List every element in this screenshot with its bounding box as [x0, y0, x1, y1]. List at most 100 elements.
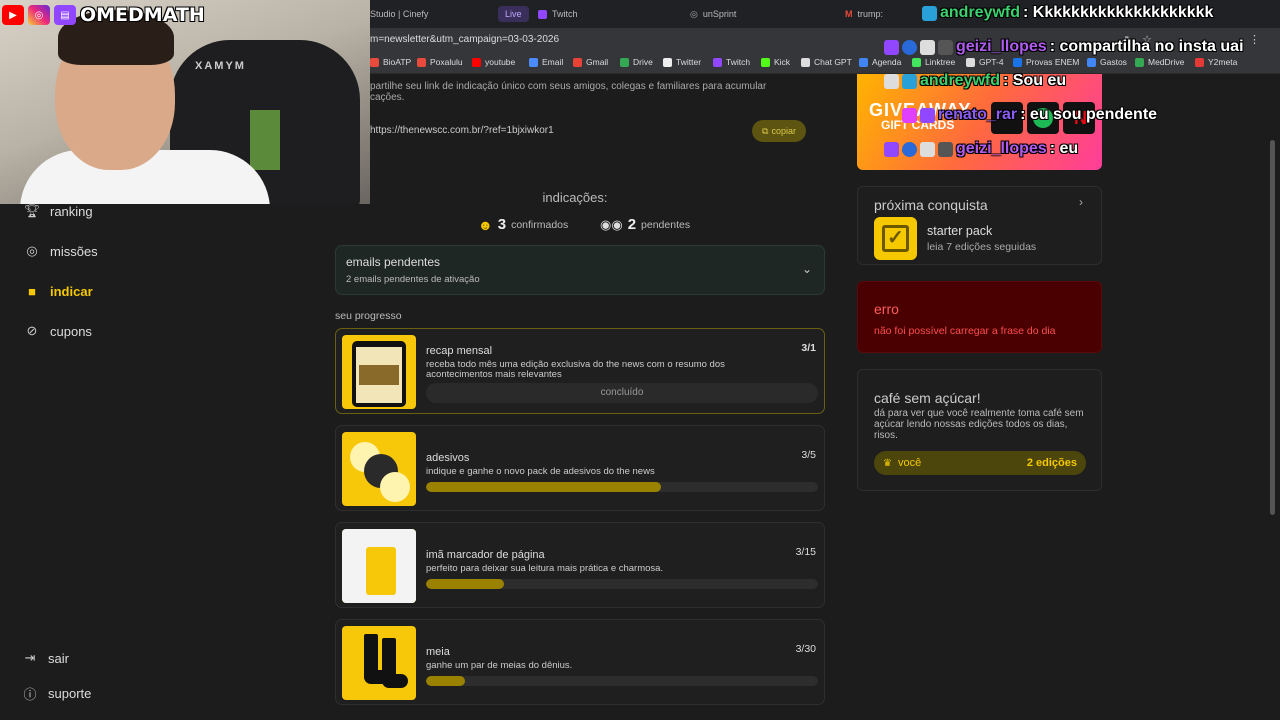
- tab-unsprint[interactable]: ◎ unSprint: [690, 4, 736, 24]
- tab-twitch[interactable]: Twitch: [538, 4, 578, 24]
- recap-thumbnail: [342, 335, 416, 409]
- pending-label: pendentes: [641, 218, 691, 231]
- sunglasses-emoji-icon: ☻: [478, 216, 493, 233]
- bookmark-favicon-icon: [620, 57, 629, 67]
- next-achievement-card[interactable]: próxima conquista › ✓ starter pack leia …: [857, 186, 1102, 265]
- bookmark-label: Twitter: [676, 57, 702, 67]
- tab-label: trump:: [857, 9, 884, 19]
- bookmark-favicon-icon: [1135, 57, 1144, 67]
- logout-button[interactable]: ⇥ sair: [22, 650, 69, 666]
- twitch-icon: [538, 9, 547, 19]
- chat-message: renato_rar : eu sou pendente: [902, 106, 1157, 124]
- bookmark-favicon-icon: [472, 57, 481, 67]
- sidebar-item-missions[interactable]: ◎ missões: [24, 243, 97, 259]
- menu-icon[interactable]: ⋮: [1249, 33, 1260, 46]
- copy-button[interactable]: ⧉ copiar: [752, 120, 806, 142]
- bookmark-item[interactable]: Poxalulu: [417, 57, 463, 67]
- cafe-title: café sem açúcar!: [874, 390, 981, 406]
- badge-description: leia 7 edições seguidas: [927, 241, 1037, 253]
- chat-badge-icon: [920, 39, 935, 55]
- scrollbar-thumb[interactable]: [1270, 140, 1275, 515]
- chat-badge-icon: [902, 107, 917, 123]
- reward-card-stickers[interactable]: adesivos 3/5 indique e ganhe o novo pack…: [335, 425, 825, 511]
- bookmark-item[interactable]: Gastos: [1087, 57, 1127, 67]
- tab-cinefy[interactable]: Studio | Cinefy: [370, 4, 428, 24]
- bookmark-item[interactable]: youtube: [472, 57, 515, 67]
- bookmark-item[interactable]: Provas ENEM: [1013, 57, 1079, 67]
- bookmark-item[interactable]: Kick: [761, 57, 790, 67]
- sidebar-item-cupons[interactable]: ⊘ cupons: [24, 323, 92, 339]
- bookmark-item[interactable]: Gmail: [573, 57, 608, 67]
- chat-text: : Sou eu: [1003, 72, 1067, 89]
- progress-fill: [426, 482, 662, 492]
- sidebar-item-ranking[interactable]: 🏆︎ ranking: [24, 203, 93, 219]
- reward-card-socks[interactable]: meia 3/30 ganhe um par de meias do dêniu…: [335, 619, 825, 705]
- chat-message: geizi_llopes : compartilha no insta uai: [884, 38, 1244, 56]
- bookmark-item[interactable]: Linktree: [912, 57, 955, 67]
- bookmark-label: Agenda: [872, 57, 902, 67]
- chevron-down-icon: ⌄: [801, 262, 812, 276]
- bookmark-favicon-icon: [966, 57, 975, 67]
- magnet-thumbnail: [342, 529, 416, 603]
- reward-title: meia: [426, 646, 450, 658]
- error-description: não foi possível carregar a frase do dia: [874, 325, 1056, 337]
- progress-bar: [426, 579, 818, 589]
- bookmark-item[interactable]: Twitch: [713, 57, 750, 67]
- support-button[interactable]: ⓘ suporte: [22, 685, 91, 702]
- referral-text-line: cações.: [370, 92, 405, 103]
- copy-icon: ⧉: [762, 125, 769, 136]
- sidebar-item-label: ranking: [50, 203, 93, 219]
- bookmark-item[interactable]: Twitter: [663, 57, 701, 67]
- chat-text: : eu: [1049, 140, 1079, 157]
- tab-label: Live: [498, 6, 529, 22]
- bookmark-item[interactable]: GPT-4: [966, 57, 1004, 67]
- chat-badge-icon: [922, 5, 937, 21]
- sidebar-item-indicar[interactable]: ■ indicar: [24, 283, 93, 299]
- referrals-title: indicações:: [542, 190, 608, 205]
- reward-description: receba todo mês uma edição exclusiva do …: [426, 359, 725, 380]
- bookmark-item[interactable]: MedDrive: [1135, 57, 1184, 67]
- bookmark-favicon-icon: [1013, 57, 1022, 67]
- bookmark-item[interactable]: BioATP: [370, 57, 411, 67]
- referral-description: partilhe seu link de indicação único com…: [370, 81, 790, 103]
- bookmark-item[interactable]: Email: [529, 57, 563, 67]
- tab-label: Studio | Cinefy: [370, 9, 429, 19]
- eyes-emoji-icon: ◉◉: [600, 216, 623, 232]
- chat-username: geizi_llopes: [956, 140, 1047, 157]
- bookmark-favicon-icon: [529, 57, 538, 67]
- progress-bar: [426, 482, 818, 492]
- bookmark-item[interactable]: Chat GPT: [801, 57, 852, 67]
- chat-username: andreywfd: [940, 4, 1021, 21]
- referral-link[interactable]: https://thenewscc.com.br/?ref=1bjxiwkor1: [370, 125, 554, 136]
- bookmark-favicon-icon: [663, 57, 672, 67]
- confirmed-stat: ☻ 3 confirmados: [478, 216, 568, 233]
- tab-live[interactable]: Live: [498, 4, 529, 24]
- reward-card-recap[interactable]: recap mensal 3/1 receba todo mês uma edi…: [335, 328, 825, 414]
- twitch-icon: ▤: [54, 5, 76, 25]
- gift-icon: ■: [28, 283, 36, 299]
- coupon-icon: ⊘: [26, 323, 38, 338]
- stickers-thumbnail: [342, 432, 416, 506]
- pending-emails-accordion[interactable]: emails pendentes 2 emails pendentes de a…: [335, 245, 825, 295]
- reward-count: 3/5: [801, 449, 816, 461]
- accordion-subtitle: 2 emails pendentes de ativação: [346, 274, 480, 285]
- reward-card-magnet[interactable]: imã marcador de página 3/15 perfeito par…: [335, 522, 825, 608]
- sidebar-item-label: cupons: [50, 323, 92, 339]
- bookmark-favicon-icon: [1087, 57, 1096, 67]
- progress-heading: seu progresso: [335, 310, 402, 322]
- bookmark-item[interactable]: Y2meta: [1195, 57, 1237, 67]
- bookmark-label: Kick: [774, 57, 791, 67]
- bookmark-item[interactable]: Agenda: [859, 57, 901, 67]
- cafe-card: café sem açúcar! dá para ver que você re…: [857, 369, 1102, 491]
- bookmark-item[interactable]: Drive: [620, 57, 653, 67]
- progress-fill: [426, 676, 466, 686]
- progress-fill: [426, 579, 505, 589]
- reward-description: indique e ganhe o novo pack de adesivos …: [426, 466, 655, 477]
- url-text[interactable]: m=newsletter&utm_campaign=03-03-2026: [370, 34, 559, 45]
- chevron-right-icon: ›: [1079, 195, 1083, 209]
- tab-trump[interactable]: Mtrump:: [845, 4, 883, 24]
- chat-badge-icon: [902, 39, 917, 55]
- bookmark-label: Poxalulu: [430, 57, 463, 67]
- bookmark-favicon-icon: [912, 57, 921, 67]
- chat-message: andreywfd : Sou eu: [884, 72, 1066, 90]
